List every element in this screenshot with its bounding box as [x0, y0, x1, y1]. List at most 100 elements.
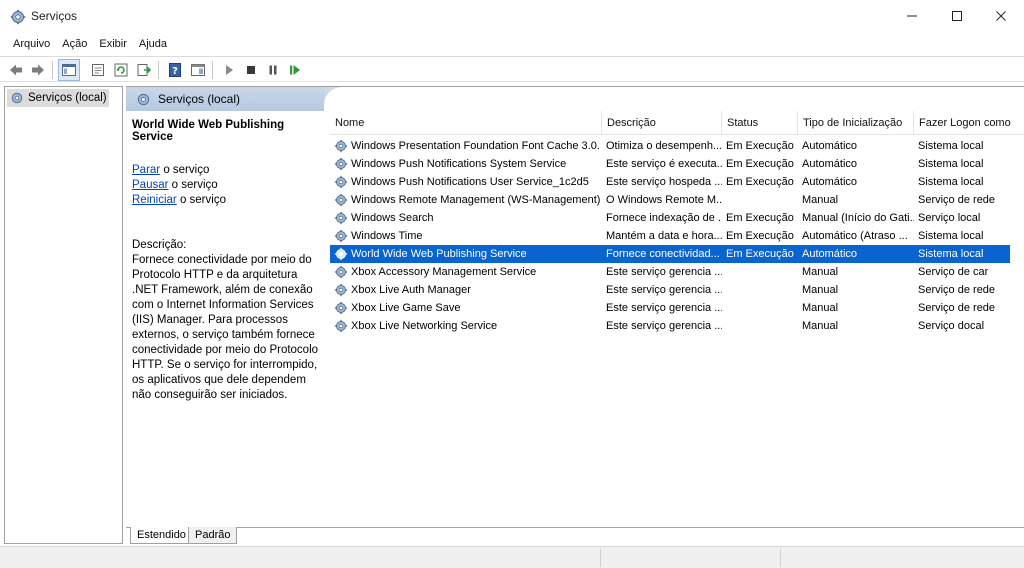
- service-gear-icon: [334, 211, 348, 225]
- service-log-on-as: Sistema local: [918, 158, 984, 170]
- console-tree-icon: [62, 64, 76, 76]
- refresh-button[interactable]: [110, 59, 132, 81]
- service-startup-type: Automático: [802, 140, 858, 152]
- column-header-name[interactable]: Nome: [330, 111, 602, 135]
- service-status: Em Execução: [726, 248, 794, 260]
- table-row[interactable]: Windows Push Notifications System Servic…: [330, 155, 1010, 173]
- tree-item-services-local[interactable]: Serviços (local): [7, 89, 109, 107]
- table-row[interactable]: Windows Push Notifications User Service_…: [330, 173, 1010, 191]
- properties-button[interactable]: [87, 59, 109, 81]
- stop-service-button[interactable]: [240, 59, 262, 81]
- service-status: Em Execução: [726, 230, 794, 242]
- service-description: Este serviço é executa...: [606, 158, 722, 170]
- service-status: Em Execução: [726, 212, 794, 224]
- toolbar: ?: [0, 56, 1024, 82]
- service-log-on-as: Sistema local: [918, 248, 984, 260]
- toolbar-separator: [212, 61, 213, 79]
- restart-service-button[interactable]: [284, 59, 306, 81]
- stop-service-link[interactable]: Parar: [132, 164, 160, 176]
- restart-service-link[interactable]: Reiniciar: [132, 194, 177, 206]
- service-name-cell: Windows Push Notifications User Service_…: [334, 173, 600, 191]
- service-log-on-as: Serviço de rede: [918, 302, 996, 314]
- table-row[interactable]: Windows Time Mantém a data e hora... Em Ex…: [330, 227, 1010, 245]
- service-gear-icon: [334, 265, 348, 279]
- service-name-cell: Xbox Live Networking Service: [334, 317, 600, 335]
- service-status: [726, 191, 798, 209]
- svg-text:?: ?: [172, 66, 178, 77]
- service-gear-icon: [334, 247, 348, 261]
- service-name: Windows Push Notifications System Servic…: [351, 158, 567, 170]
- service-name-cell: World Wide Web Publishing Service: [334, 245, 600, 263]
- service-name: World Wide Web Publishing Service: [351, 248, 527, 260]
- service-startup-type: Manual: [802, 266, 839, 278]
- help-button[interactable]: ?: [164, 59, 186, 81]
- table-row[interactable]: Xbox Live Game Save Este serviço gerencia…: [330, 299, 1010, 317]
- table-row[interactable]: Windows Remote Management (WS-Management…: [330, 191, 1010, 209]
- minimize-button[interactable]: [889, 0, 935, 32]
- service-gear-icon: [334, 157, 348, 171]
- service-description: Este serviço gerencia ...: [606, 302, 722, 314]
- menu-ajuda[interactable]: Ajuda: [133, 35, 173, 55]
- service-log-on-as: Sistema local: [918, 230, 984, 242]
- service-status: Em Execução: [726, 158, 794, 170]
- back-button[interactable]: [5, 59, 27, 81]
- service-name: Xbox Accessory Management Service: [351, 266, 537, 278]
- pause-service-icon: [269, 65, 277, 75]
- service-name-cell: Xbox Live Game Save: [334, 299, 600, 317]
- service-name-cell: Xbox Live Auth Manager: [334, 281, 600, 299]
- services-list: Nome Descrição Status Tipo de Inicializa…: [330, 111, 1024, 521]
- close-button[interactable]: [978, 0, 1024, 32]
- list-header: Nome Descrição Status Tipo de Inicializa…: [330, 111, 1024, 135]
- service-name: Windows Remote Management (WS-Management…: [351, 194, 600, 206]
- table-row[interactable]: Xbox Live Networking Service Este serviço…: [330, 317, 1010, 335]
- service-description: Este serviço gerencia ...: [606, 320, 722, 332]
- menu-acao[interactable]: Ação: [56, 35, 93, 55]
- help-icon: ?: [169, 63, 181, 77]
- table-row[interactable]: Windows Search Fornece indexação de ... Em…: [330, 209, 1010, 227]
- service-name-cell: Windows Remote Management (WS-Management…: [334, 191, 600, 209]
- table-row[interactable]: Xbox Live Auth Manager Este serviço geren…: [330, 281, 1010, 299]
- column-header-status[interactable]: Status: [722, 111, 798, 135]
- service-log-on-as: Serviço docal: [918, 320, 985, 332]
- status-segment: [600, 549, 601, 567]
- action-text: o serviço: [176, 194, 226, 206]
- maximize-button[interactable]: [934, 0, 980, 32]
- forward-button[interactable]: [27, 59, 49, 81]
- service-description: Fornece indexação de ...: [606, 212, 722, 224]
- column-header-startup-type[interactable]: Tipo de Inicialização: [798, 111, 914, 135]
- service-name: Windows Push Notifications User Service_…: [351, 176, 589, 188]
- service-startup-type: Automático: [802, 158, 858, 170]
- console-tree-button[interactable]: [58, 59, 80, 81]
- window-title: Serviços: [31, 9, 78, 23]
- table-row[interactable]: Windows Presentation Foundation Font Cac…: [330, 137, 1010, 155]
- pause-service-button[interactable]: [262, 59, 284, 81]
- table-row[interactable]: Xbox Accessory Management Service Este se…: [330, 263, 1010, 281]
- start-service-button[interactable]: [218, 59, 240, 81]
- service-name-cell: Windows Presentation Foundation Font Cac…: [334, 137, 600, 155]
- service-startup-type: Automático (Atraso ...: [802, 230, 908, 242]
- column-header-description[interactable]: Descrição: [602, 111, 722, 135]
- tab-extended[interactable]: Estendido: [130, 527, 193, 544]
- service-log-on-as: Serviço de rede: [918, 284, 996, 296]
- service-status: Em Execução: [726, 140, 794, 152]
- main-header-tab: Serviços (local): [126, 87, 324, 111]
- refresh-icon: [114, 63, 128, 77]
- table-row[interactable]: World Wide Web Publishing Service Fornece…: [330, 245, 1010, 263]
- service-status: [726, 317, 798, 335]
- toolbar-separator: [52, 61, 53, 79]
- export-list-icon: [137, 64, 152, 76]
- action-pause: Pausar o serviço: [132, 178, 320, 193]
- pause-service-link[interactable]: Pausar: [132, 179, 168, 191]
- selected-service-title: World Wide Web Publishing Service: [132, 119, 285, 143]
- menu-exibir[interactable]: Exibir: [93, 35, 133, 55]
- minimize-icon: [907, 15, 917, 17]
- column-header-log-on-as[interactable]: Fazer Logon como: [914, 111, 1020, 135]
- export-list-button[interactable]: [133, 59, 155, 81]
- status-segment: [780, 549, 781, 567]
- tab-standard[interactable]: Padrão: [188, 527, 238, 544]
- properties-icon: [92, 64, 104, 76]
- show-hide-pane-button[interactable]: [187, 59, 209, 81]
- menu-arquivo[interactable]: Arquivo: [7, 35, 56, 55]
- service-name: Xbox Live Game Save: [351, 302, 461, 314]
- action-text: o serviço: [168, 179, 218, 191]
